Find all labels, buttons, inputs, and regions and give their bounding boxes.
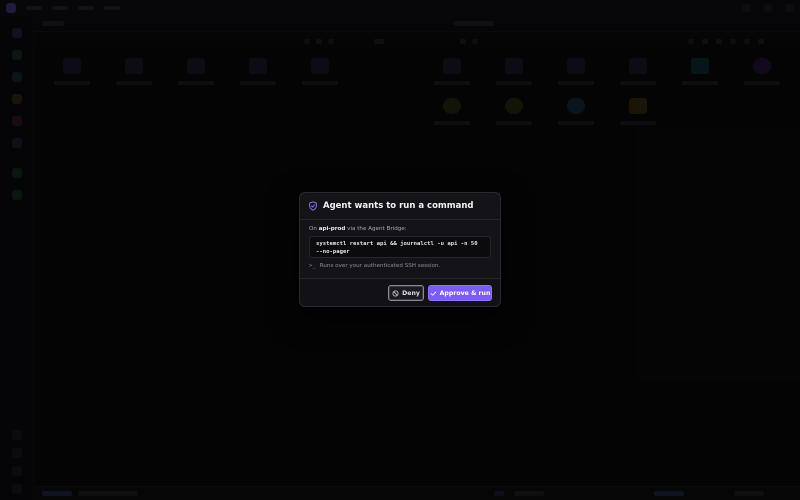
host-name: api-prod [318,226,346,232]
session-note-text: Runs over your authenticated SSH session… [319,263,441,269]
context-prefix: On [309,226,319,232]
command-approval-dialog: Agent wants to run a command On api-prod… [299,192,501,307]
dialog-body: On api-prod via the Agent Bridge: system… [300,220,500,269]
dialog-header: Agent wants to run a command [300,193,500,220]
session-note: >_ Runs over your authenticated SSH sess… [309,263,491,269]
shield-icon [309,201,317,211]
block-icon [392,289,399,297]
context-line: On api-prod via the Agent Bridge: [309,226,491,232]
approve-run-button[interactable]: Approve & run [428,285,492,301]
command-preview: systemctl restart api && journalctl -u a… [309,236,491,258]
dialog-footer: Deny Approve & run [300,278,500,306]
terminal-prompt-icon: >_ [309,263,316,269]
deny-button[interactable]: Deny [388,285,424,301]
context-suffix: via the Agent Bridge: [345,226,407,232]
approve-label: Approve & run [439,289,491,297]
check-icon [430,290,436,296]
dialog-title: Agent wants to run a command [323,201,474,211]
deny-label: Deny [402,289,420,297]
